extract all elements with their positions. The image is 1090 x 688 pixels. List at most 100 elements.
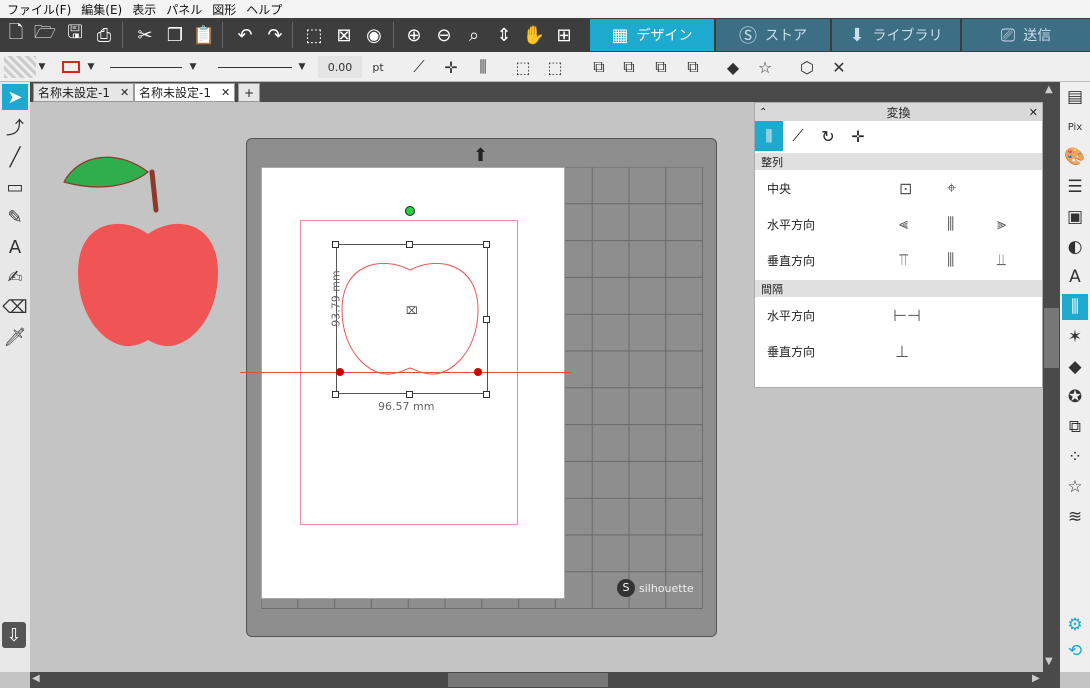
resize-handle[interactable]: [332, 391, 339, 398]
rotate-handle[interactable]: [405, 206, 415, 216]
group-icon[interactable]: ⬚: [510, 56, 536, 78]
center-on-page-icon[interactable]: ⊡: [899, 179, 912, 198]
rotate-tab-icon[interactable]: ↻: [813, 127, 843, 146]
send-backward-icon[interactable]: ⧉: [648, 56, 674, 78]
menu-edit[interactable]: 編集(E): [76, 1, 127, 18]
open-folder-icon[interactable]: 🗁: [31, 20, 59, 50]
line-style-icon[interactable]: ☰: [1062, 174, 1088, 200]
fit-to-page-icon[interactable]: ⊞: [550, 20, 578, 50]
sync-icon[interactable]: ⟲: [1062, 638, 1088, 664]
pencil-icon[interactable]: ✎: [2, 204, 28, 230]
line-tool-icon[interactable]: ╱: [2, 144, 28, 170]
bring-front-icon[interactable]: ⧉: [586, 56, 612, 78]
chevron-down-icon[interactable]: ▼: [37, 56, 47, 78]
move-tab-icon[interactable]: ✛: [843, 127, 873, 146]
line-style-select[interactable]: [110, 56, 182, 78]
align-middle-icon[interactable]: ⫼: [947, 250, 954, 270]
star-icon[interactable]: ☆: [752, 56, 778, 78]
ungroup-icon[interactable]: ⬚: [542, 56, 568, 78]
undo-icon[interactable]: ↶: [231, 20, 259, 50]
tab-send[interactable]: ⎚ 送信: [962, 19, 1090, 51]
scroll-left-icon[interactable]: ◀: [32, 673, 40, 684]
align-tab-icon[interactable]: ⫼: [755, 121, 783, 151]
align-right-icon[interactable]: ⫸: [997, 214, 1006, 234]
doc-tab[interactable]: 名称未設定-1 ✕: [33, 83, 135, 102]
modify-icon[interactable]: ◆: [1062, 354, 1088, 380]
menu-view[interactable]: 表示: [127, 1, 161, 18]
drag-zoom-icon[interactable]: ⇕: [490, 20, 518, 50]
resize-handle[interactable]: [406, 241, 413, 248]
line-width-input[interactable]: 0.00: [318, 56, 362, 78]
line-tool-icon[interactable]: ⟋: [406, 56, 432, 78]
scroll-up-icon[interactable]: ▲: [1045, 84, 1053, 95]
transform-panel-icon[interactable]: ⫼: [1062, 294, 1088, 320]
star-outline-icon[interactable]: ☆: [1062, 474, 1088, 500]
vertical-scrollbar[interactable]: ▲ ▼: [1043, 82, 1060, 672]
fill-pattern-icon[interactable]: ▣: [1062, 204, 1088, 230]
eraser-icon[interactable]: ⌫: [2, 294, 28, 320]
scroll-thumb[interactable]: [448, 673, 608, 687]
menu-shape[interactable]: 図形: [207, 1, 241, 18]
menu-panel[interactable]: パネル: [161, 1, 207, 18]
print-icon[interactable]: ⎙: [90, 20, 118, 50]
contrast-icon[interactable]: ◐: [1062, 234, 1088, 260]
resize-handle[interactable]: [483, 316, 490, 323]
knife-icon[interactable]: 🗡: [2, 324, 28, 350]
scatter-icon[interactable]: ⁘: [1062, 444, 1088, 470]
tab-design[interactable]: ▦ デザイン: [590, 19, 714, 51]
modify-icon[interactable]: ◆: [720, 56, 746, 78]
copy-icon[interactable]: ❐: [161, 20, 189, 50]
select-by-color-icon[interactable]: ◉: [360, 20, 388, 50]
horizontal-scrollbar[interactable]: ◀ ▶: [30, 672, 1060, 688]
space-vertical-icon[interactable]: ⊥: [895, 342, 909, 361]
scroll-thumb[interactable]: [1044, 308, 1059, 368]
menu-help[interactable]: ヘルプ: [241, 1, 287, 18]
cut-icon[interactable]: ✂: [131, 20, 159, 50]
zoom-select-icon[interactable]: ⌕: [460, 20, 488, 50]
resize-handle[interactable]: [483, 241, 490, 248]
align-center-horizontal-icon[interactable]: ⫼: [947, 214, 954, 234]
collapse-icon[interactable]: ⌃: [759, 107, 767, 118]
align-icon[interactable]: ⫼: [470, 56, 496, 78]
palette-icon[interactable]: 🎨: [1062, 144, 1088, 170]
resize-handle[interactable]: [406, 391, 413, 398]
line-end-select[interactable]: [218, 56, 292, 78]
new-file-icon[interactable]: 🗋: [2, 20, 30, 50]
paste-icon[interactable]: 📋: [190, 20, 218, 50]
apple-artwork[interactable]: [60, 152, 220, 352]
scroll-right-icon[interactable]: ▶: [1032, 673, 1040, 684]
space-horizontal-icon[interactable]: ⊢⊣: [893, 306, 921, 325]
tab-store[interactable]: Ⓢ ストア: [716, 19, 830, 51]
zoom-out-icon[interactable]: ⊖: [430, 20, 458, 50]
menu-file[interactable]: ファイル(F): [2, 1, 76, 18]
doc-tab-active[interactable]: 名称未設定-1 ✕: [134, 83, 236, 102]
close-icon[interactable]: ✕: [120, 86, 129, 99]
scroll-down-icon[interactable]: ▼: [1045, 656, 1053, 667]
deselect-icon[interactable]: ⊠: [330, 20, 358, 50]
chevron-down-icon[interactable]: ▼: [86, 56, 96, 78]
select-arrow-icon[interactable]: ➤: [2, 84, 28, 110]
pixscan-icon[interactable]: Pix: [1062, 114, 1088, 140]
rectangle-icon[interactable]: ▭: [2, 174, 28, 200]
close-icon[interactable]: ✕: [826, 56, 852, 78]
align-top-icon[interactable]: ⫪: [899, 250, 908, 270]
select-all-icon[interactable]: ⬚: [300, 20, 328, 50]
center-icon[interactable]: ⌖: [947, 178, 956, 198]
text-icon[interactable]: A: [2, 234, 28, 260]
settings-gear-icon[interactable]: ⚙: [1062, 612, 1088, 638]
3d-box-icon[interactable]: ⬡: [794, 56, 820, 78]
replicate-icon[interactable]: ✶: [1062, 324, 1088, 350]
send-back-icon[interactable]: ⧉: [680, 56, 706, 78]
move-icon[interactable]: ✛: [438, 56, 464, 78]
fill-pattern-swatch[interactable]: [4, 56, 36, 78]
save-icon[interactable]: 🖫: [61, 20, 89, 50]
align-bottom-icon[interactable]: ⫫: [997, 250, 1006, 270]
point-edit-icon[interactable]: ⤴: [2, 114, 28, 140]
line-color-swatch[interactable]: [62, 61, 80, 73]
chevron-down-icon[interactable]: ▼: [188, 56, 198, 78]
chevron-down-icon[interactable]: ▼: [297, 56, 307, 78]
page-setup-icon[interactable]: ▤: [1062, 84, 1088, 110]
zoom-in-icon[interactable]: ⊕: [400, 20, 428, 50]
scale-tab-icon[interactable]: ⟋: [783, 126, 813, 146]
sketch-icon[interactable]: ≋: [1062, 504, 1088, 530]
